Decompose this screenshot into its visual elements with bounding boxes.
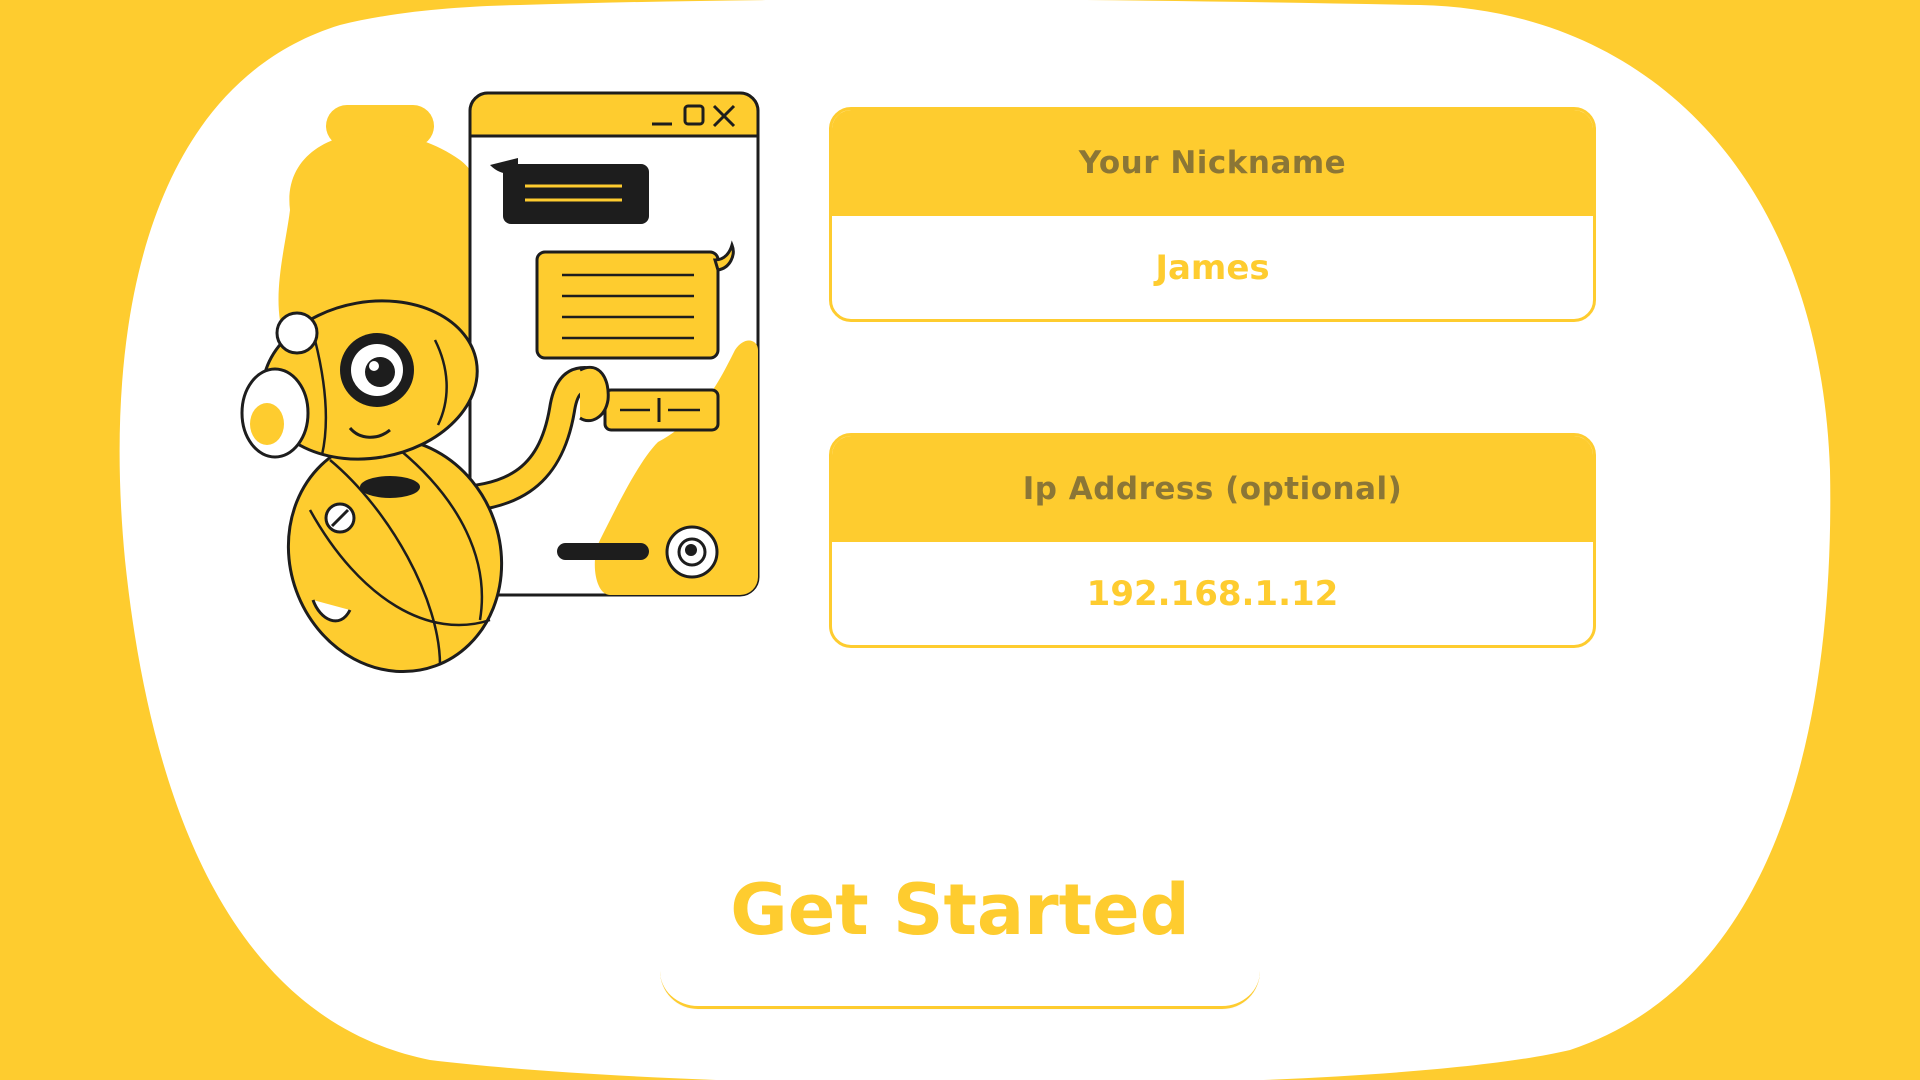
ip-address-label: Ip Address (optional) [832,436,1593,542]
nickname-label: Your Nickname [832,110,1593,216]
ip-address-field-card: Ip Address (optional) [829,433,1596,648]
chat-bubble-yellow [535,240,735,360]
slider-control [603,388,720,432]
nickname-field-card: Your Nickname [829,107,1596,322]
chat-bubble-dark [490,158,649,224]
robot-chat-illustration [240,91,760,674]
get-started-button[interactable]: Get Started [660,814,1260,1009]
ip-address-input[interactable] [832,542,1593,645]
app-window [468,91,760,597]
nickname-input[interactable] [832,216,1593,319]
